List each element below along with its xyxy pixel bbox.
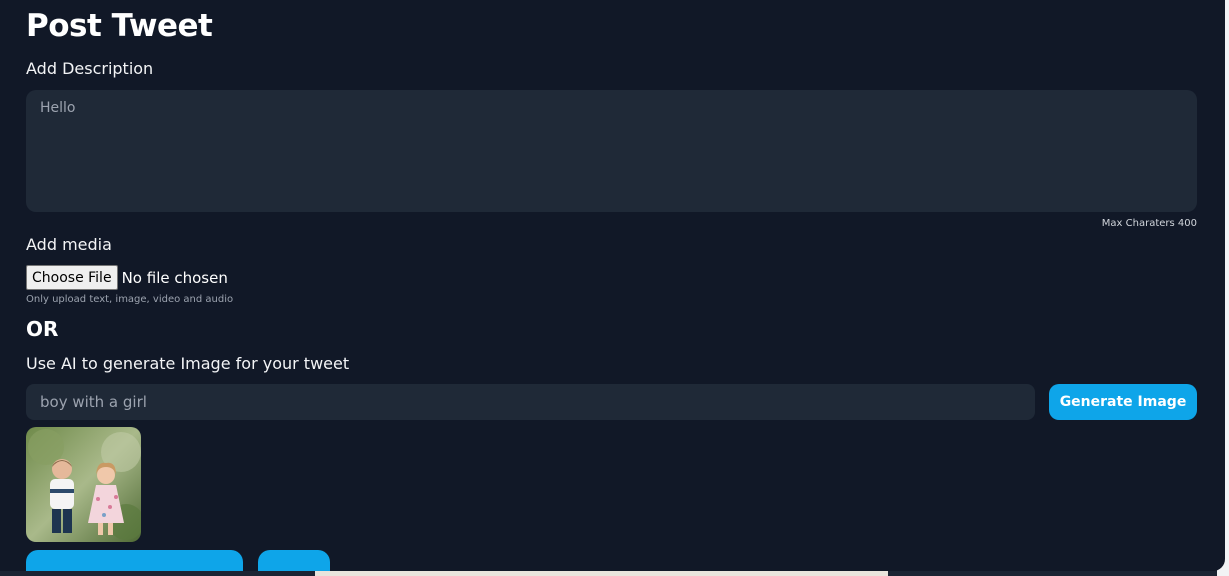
ai-prompt-input[interactable] xyxy=(26,384,1035,420)
no-file-chosen-text: No file chosen xyxy=(121,268,228,287)
choose-file-button[interactable]: Choose File xyxy=(26,265,118,290)
post-action-button[interactable] xyxy=(26,550,243,571)
generated-image-preview[interactable] xyxy=(26,427,141,542)
description-textarea[interactable]: Hello xyxy=(26,90,1197,212)
ai-generate-label: Use AI to generate Image for your tweet xyxy=(26,354,350,373)
post-tweet-modal: Post Tweet Add Description Hello Max Cha… xyxy=(0,0,1225,571)
generated-image xyxy=(26,427,141,542)
or-divider-text: OR xyxy=(26,317,59,341)
file-input[interactable]: Choose File No file chosen xyxy=(26,265,228,290)
modal-title: Post Tweet xyxy=(26,8,213,44)
media-label: Add media xyxy=(26,235,112,254)
secondary-action-button[interactable] xyxy=(258,550,330,571)
description-label: Add Description xyxy=(26,59,154,78)
generate-image-button[interactable]: Generate Image xyxy=(1049,384,1197,420)
upload-hint: Only upload text, image, video and audio xyxy=(26,294,234,305)
max-characters-note: Max Charaters 400 xyxy=(1101,218,1197,229)
